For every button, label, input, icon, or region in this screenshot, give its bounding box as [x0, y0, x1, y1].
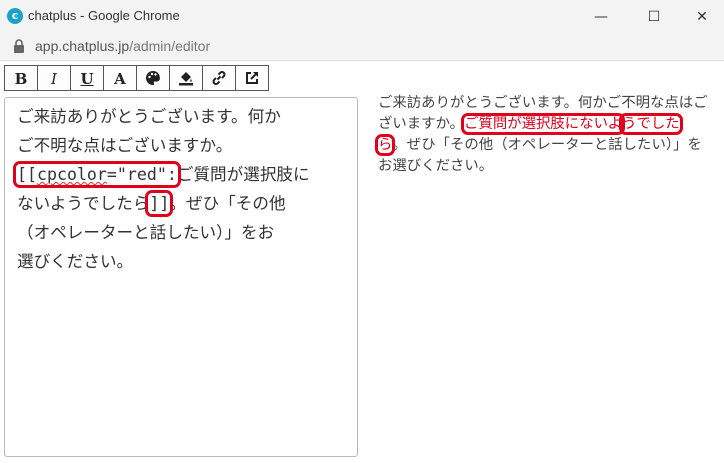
url-text[interactable]: app.chatplus.jp/admin/editor	[35, 38, 210, 54]
address-bar[interactable]: app.chatplus.jp/admin/editor	[0, 34, 724, 60]
editor-line-4-start: ないようでしたら	[17, 194, 150, 213]
title-bar: c chatplus - Google Chrome — ☐ ✕	[0, 0, 724, 34]
tag-open-bracket: [[	[17, 165, 37, 184]
message-preview: ご来訪ありがとうございます。何かご不明な点はございますか。ご質問が選択肢にないよ…	[375, 93, 708, 177]
tag-attr: cpcolor	[36, 165, 107, 184]
italic-button[interactable]: I	[37, 65, 71, 91]
color-tag-close-highlight: ]]	[145, 190, 174, 217]
editor-line-6: 選びください。	[17, 252, 134, 271]
paint-bucket-icon	[179, 72, 193, 86]
tag-colon: :	[166, 165, 177, 184]
fill-color-button[interactable]	[169, 65, 203, 91]
editor-toolbar: B I U A	[4, 65, 269, 91]
scrollbar[interactable]	[716, 61, 724, 463]
palette-button[interactable]	[136, 65, 170, 91]
preview-red-text-1: ご質問が選択肢にないよ	[461, 113, 626, 135]
external-link-icon	[246, 72, 258, 84]
window-title: chatplus - Google Chrome	[28, 8, 180, 23]
editor-line-4: ないようでしたら]]。ぜひ「その他	[17, 189, 347, 218]
close-button[interactable]: ✕	[684, 4, 720, 30]
link-button[interactable]	[202, 65, 236, 91]
editor-line-5: （オペレーターと話したい）」をお	[17, 223, 275, 242]
link-icon	[212, 71, 226, 85]
bold-button[interactable]: B	[4, 65, 38, 91]
editor-line-1: ご来訪ありがとうございます。何か	[17, 107, 281, 126]
color-tag-open-highlight: [[cpcolor="red":	[13, 161, 181, 188]
tag-value: ="red"	[106, 165, 167, 184]
preview-text-after: 。ぜひ「その他（オペレーターと話したい）」をお選びください。	[378, 137, 702, 174]
maximize-button[interactable]: ☐	[636, 4, 672, 30]
editor-line-3: [[cpcolor="red":ご質問が選択肢に	[13, 160, 347, 189]
underline-button[interactable]: U	[70, 65, 104, 91]
url-host: app.chatplus.jp	[35, 38, 130, 54]
editor-line-4-rest: 。ぜひ「その他	[169, 194, 286, 213]
minimize-button[interactable]: —	[583, 4, 619, 30]
lock-icon	[14, 39, 24, 53]
editor-content: ご来訪ありがとうございます。何か ご不明な点はございますか。 [[cpcolor…	[13, 102, 347, 276]
palette-icon	[146, 71, 160, 85]
url-path: /admin/editor	[129, 38, 211, 54]
editor-textarea[interactable]: ご来訪ありがとうございます。何か ご不明な点はございますか。 [[cpcolor…	[4, 97, 358, 457]
text-size-button[interactable]: A	[103, 65, 137, 91]
external-link-button[interactable]	[235, 65, 269, 91]
chatplus-logo-icon: c	[7, 8, 23, 24]
editor-line-3-rest: ご質問が選択肢に	[176, 165, 310, 184]
page-content: B I U A ご来訪ありがとうございます。何か ご不明な点はございますか。 […	[0, 60, 724, 463]
editor-line-2: ご不明な点はございますか。	[17, 136, 233, 155]
